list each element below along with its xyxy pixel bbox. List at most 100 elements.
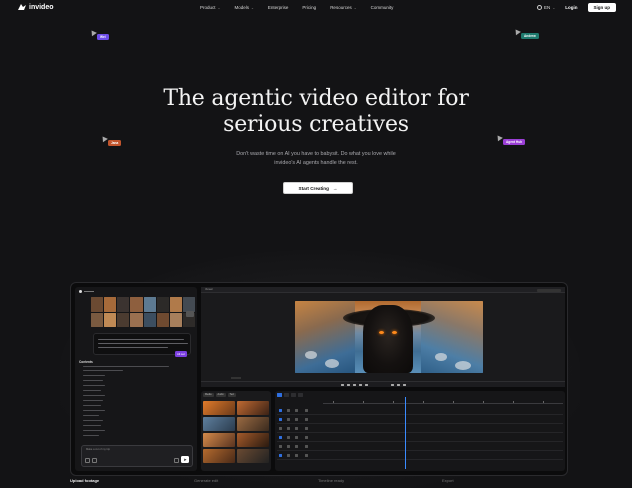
trim-tool-icon[interactable] <box>291 393 296 397</box>
timeline-track[interactable] <box>277 443 563 451</box>
lock-icon[interactable] <box>287 409 290 412</box>
lock-icon[interactable] <box>287 445 290 448</box>
media-clip[interactable] <box>237 449 269 463</box>
brand-logo[interactable]: invideo <box>18 4 54 11</box>
eye-icon[interactable] <box>295 418 298 421</box>
thumbnail[interactable] <box>169 312 182 327</box>
fast-forward-icon[interactable] <box>365 383 368 386</box>
lock-icon[interactable] <box>287 427 290 430</box>
thumbnail[interactable] <box>91 312 104 327</box>
menu-item-product[interactable]: Product ⌄ <box>200 5 220 10</box>
thumbnail[interactable] <box>156 297 169 312</box>
loop-icon[interactable] <box>391 383 394 386</box>
eye-icon[interactable] <box>295 427 298 430</box>
thumbnail[interactable] <box>130 297 143 312</box>
timeline-track[interactable] <box>277 425 563 433</box>
media-clip[interactable] <box>237 433 269 447</box>
text-placeholder <box>98 347 168 349</box>
media-clip[interactable] <box>237 401 269 415</box>
step-back-icon[interactable] <box>347 383 350 386</box>
mute-icon[interactable] <box>305 418 308 421</box>
menu-item-enterprise[interactable]: Enterprise <box>268 5 289 10</box>
feature-tab-upload[interactable]: Upload footage <box>70 478 99 483</box>
login-link[interactable]: Login <box>565 5 577 10</box>
thumbnail[interactable] <box>130 312 143 327</box>
text-tool-icon[interactable] <box>298 393 303 397</box>
track-toggle-icon[interactable] <box>279 427 282 430</box>
play-icon[interactable] <box>353 383 356 386</box>
menu-item-resources[interactable]: Resources ⌄ <box>330 5 356 10</box>
tab-media[interactable]: Media <box>203 393 214 397</box>
timeline-playhead[interactable] <box>405 397 406 469</box>
prompt-input[interactable]: Make a cut of my trip ➤ <box>81 445 193 467</box>
start-creating-button[interactable]: Start Creating → <box>283 182 353 194</box>
scrub-handle[interactable] <box>231 377 241 379</box>
microphone-icon[interactable] <box>174 458 179 463</box>
select-tool-icon[interactable] <box>277 393 282 397</box>
media-clip[interactable] <box>203 401 235 415</box>
thumbnail[interactable] <box>117 312 130 327</box>
thumbnail[interactable] <box>182 297 195 312</box>
thumbnail[interactable] <box>143 297 156 312</box>
menu-item-pricing[interactable]: Pricing <box>302 5 316 10</box>
lock-icon[interactable] <box>287 454 290 457</box>
menu-item-community[interactable]: Community <box>371 5 394 10</box>
track-toggle-icon[interactable] <box>279 454 282 457</box>
media-clip[interactable] <box>203 417 235 431</box>
menu-item-models[interactable]: Models ⌄ <box>234 5 253 10</box>
language-selector[interactable]: EN ⌄ <box>537 5 555 10</box>
send-button[interactable]: ➤ <box>181 456 189 463</box>
tab-audio[interactable]: Audio <box>215 393 226 397</box>
volume-icon[interactable] <box>397 383 400 386</box>
viewer-tab[interactable]: Viewer <box>205 288 213 291</box>
step-forward-icon[interactable] <box>359 383 362 386</box>
video-detail <box>392 331 397 334</box>
thumbnail[interactable] <box>91 297 104 312</box>
invideo-logo-icon <box>18 4 26 11</box>
track-toggle-icon[interactable] <box>279 409 282 412</box>
track-toggle-icon[interactable] <box>279 418 282 421</box>
feature-tab-timeline[interactable]: Timeline ready <box>318 478 344 483</box>
eye-icon[interactable] <box>295 445 298 448</box>
feature-tab-export[interactable]: Export <box>442 478 454 483</box>
video-frame[interactable] <box>295 301 483 373</box>
cut-tool-icon[interactable] <box>284 393 289 397</box>
thumbnail[interactable] <box>117 297 130 312</box>
eye-icon[interactable] <box>295 436 298 439</box>
thumbnail[interactable] <box>104 312 117 327</box>
mute-icon[interactable] <box>305 436 308 439</box>
timeline-ruler[interactable] <box>323 399 563 404</box>
track-toggle-icon[interactable] <box>279 445 282 448</box>
track-toggle-icon[interactable] <box>279 436 282 439</box>
media-clip[interactable] <box>203 449 235 463</box>
thumbnail[interactable] <box>169 297 182 312</box>
thumbnail[interactable] <box>156 312 169 327</box>
fullscreen-icon[interactable] <box>403 383 406 386</box>
video-subject <box>363 305 413 373</box>
thumbnail[interactable] <box>104 297 117 312</box>
attach-icon[interactable] <box>85 458 90 463</box>
feature-tab-generate[interactable]: Generate edit <box>194 478 218 483</box>
media-clip[interactable] <box>203 433 235 447</box>
eye-icon[interactable] <box>295 454 298 457</box>
settings-icon[interactable] <box>92 458 97 463</box>
timeline-tools <box>277 393 303 398</box>
lock-icon[interactable] <box>287 436 290 439</box>
media-clip[interactable] <box>237 417 269 431</box>
more-media-button[interactable] <box>186 311 194 317</box>
thumbnail[interactable] <box>143 312 156 327</box>
timeline-track[interactable] <box>277 452 563 460</box>
mute-icon[interactable] <box>305 445 308 448</box>
timeline-track[interactable] <box>277 407 563 415</box>
timeline-track[interactable] <box>277 416 563 424</box>
tab-text[interactable]: Text <box>227 393 237 397</box>
mute-icon[interactable] <box>305 427 308 430</box>
rewind-icon[interactable] <box>341 383 344 386</box>
mute-icon[interactable] <box>305 409 308 412</box>
mute-icon[interactable] <box>305 454 308 457</box>
viewer-controls[interactable] <box>537 288 561 292</box>
eye-icon[interactable] <box>295 409 298 412</box>
lock-icon[interactable] <box>287 418 290 421</box>
timeline-track[interactable] <box>277 434 563 442</box>
signup-button[interactable]: Sign up <box>587 3 616 12</box>
